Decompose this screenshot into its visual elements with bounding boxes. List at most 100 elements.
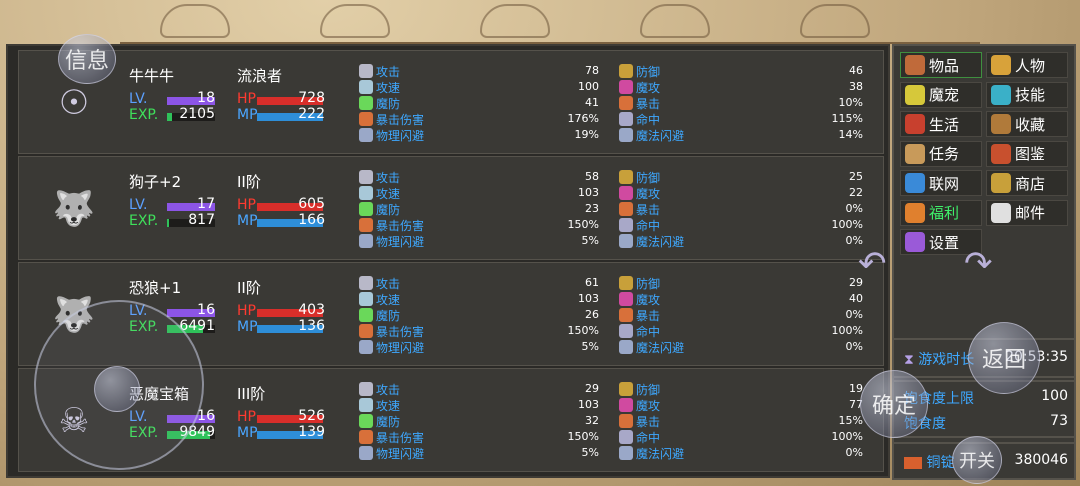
- stat-icon: [619, 218, 633, 232]
- stat-value: 46: [849, 64, 863, 77]
- stat-label: 攻击: [376, 170, 401, 185]
- pet-rank: II阶: [237, 173, 261, 191]
- white-wolf-pet-icon: 🐺: [52, 189, 96, 229]
- hourglass-icon: ⧗: [904, 352, 914, 368]
- stat-label: 暴击: [636, 202, 661, 217]
- pet-rank: III阶: [237, 385, 266, 403]
- toggle-button[interactable]: 开关: [952, 436, 1002, 484]
- menu-item-network[interactable]: 联网: [900, 170, 982, 196]
- stat-value: 0%: [845, 340, 863, 353]
- back-button[interactable]: 返回: [968, 322, 1040, 394]
- stat-icon: [619, 308, 633, 322]
- stat-value: 40: [849, 292, 863, 305]
- stat-item: 攻速: [359, 185, 400, 201]
- stat-item: 魔防: [359, 307, 400, 323]
- menu-item-label: 收藏: [1015, 115, 1046, 134]
- menu-item-quest-scroll[interactable]: 任务: [900, 140, 982, 167]
- stat-icon: [619, 170, 633, 184]
- stat-value: 5%: [581, 446, 599, 459]
- stat-icon: [359, 218, 373, 232]
- stat-icon: [359, 202, 373, 216]
- pet-row[interactable]: ☉ 牛牛牛 LV. 18 EXP. 2105 流浪者 HP 728 MP 222…: [18, 50, 884, 154]
- stat-label: 魔攻: [636, 292, 661, 307]
- stat-item: 魔法闪避: [619, 127, 684, 143]
- menu-item-codex-book[interactable]: 图鉴: [986, 140, 1068, 167]
- stat-label: 魔法闪避: [636, 234, 685, 249]
- stat-icon: [619, 398, 633, 412]
- pet-rank: II阶: [237, 279, 261, 297]
- stat-item: 物理闪避: [359, 339, 424, 355]
- stat-label: 物理闪避: [376, 340, 425, 355]
- stat-icon: [359, 430, 373, 444]
- stat-icon: [359, 128, 373, 142]
- stat-value: 100%: [831, 324, 863, 337]
- stat-value: 15%: [838, 414, 863, 427]
- stat-icon: [619, 128, 633, 142]
- stat-label: 暴击伤害: [376, 218, 425, 233]
- stat-icon: [619, 324, 633, 338]
- stat-label: 命中: [636, 112, 661, 127]
- menu-item-gift[interactable]: 福利: [900, 199, 982, 226]
- menu-item-label: 联网: [929, 174, 960, 193]
- stat-icon: [619, 430, 633, 444]
- stat-item: 物理闪避: [359, 445, 424, 461]
- next-page-arrow-icon[interactable]: ↷: [964, 244, 993, 284]
- confirm-button-label: 确定: [871, 394, 916, 419]
- menu-item-collection[interactable]: 收藏: [986, 111, 1068, 137]
- pet-egg-icon: [905, 84, 925, 105]
- stat-icon: [359, 324, 373, 338]
- joystick-knob[interactable]: [94, 366, 140, 412]
- menu-item-shop[interactable]: 商店: [986, 170, 1068, 196]
- bag-icon: [905, 55, 925, 75]
- stat-label: 命中: [636, 324, 661, 339]
- lv-label: LV.: [129, 91, 148, 107]
- purple-egg-pet-icon: ☉: [58, 83, 90, 123]
- stat-icon: [619, 446, 633, 460]
- stat-item: 魔防: [359, 95, 400, 111]
- stat-value: 0%: [845, 308, 863, 321]
- stat-item: 魔攻: [619, 397, 660, 413]
- pet-row[interactable]: 🐺 狗子+2 LV. 17 EXP. 817 II阶 HP 605 MP 166…: [18, 156, 884, 260]
- stat-value: 100%: [831, 218, 863, 231]
- stat-item: 攻击: [359, 63, 400, 79]
- stat-label: 暴击: [636, 96, 661, 111]
- toggle-button-label: 开关: [959, 451, 995, 472]
- life-icon: [905, 114, 925, 134]
- prev-page-arrow-icon[interactable]: ↶: [858, 244, 887, 284]
- hp-label: HP: [237, 91, 256, 107]
- stat-item: 暴击: [619, 95, 660, 111]
- menu-item-character[interactable]: 人物: [986, 52, 1068, 78]
- menu-item-pet-egg[interactable]: 魔宠: [900, 81, 982, 108]
- stat-label: 防御: [636, 170, 661, 185]
- stat-value: 19: [849, 382, 863, 395]
- stat-label: 攻速: [376, 186, 401, 201]
- lv-label: LV.: [129, 197, 148, 213]
- stat-item: 魔法闪避: [619, 445, 684, 461]
- menu-item-life[interactable]: 生活: [900, 111, 982, 137]
- stat-value: 19%: [574, 128, 599, 141]
- stat-item: 防御: [619, 275, 660, 291]
- stat-item: 命中: [619, 323, 660, 339]
- stat-icon: [619, 186, 633, 200]
- stat-icon: [619, 340, 633, 354]
- stat-item: 攻速: [359, 397, 400, 413]
- info-button[interactable]: 信息: [58, 34, 116, 84]
- stat-icon: [619, 112, 633, 126]
- stat-item: 魔防: [359, 201, 400, 217]
- frame-ornament: [120, 0, 980, 44]
- back-button-label: 返回: [981, 348, 1026, 373]
- stat-value: 58: [585, 170, 599, 183]
- collection-icon: [991, 114, 1011, 134]
- stat-label: 魔攻: [636, 80, 661, 95]
- menu-item-label: 魔宠: [929, 86, 960, 104]
- stat-label: 魔防: [376, 414, 401, 429]
- confirm-button[interactable]: 确定: [860, 370, 928, 438]
- stat-icon: [359, 170, 373, 184]
- menu-item-skill[interactable]: 技能: [986, 81, 1068, 108]
- stat-icon: [359, 234, 373, 248]
- menu-item-bag[interactable]: 物品: [900, 52, 982, 78]
- stat-icon: [359, 398, 373, 412]
- stat-icon: [359, 340, 373, 354]
- stat-label: 暴击伤害: [376, 112, 425, 127]
- menu-item-mail[interactable]: 邮件: [986, 199, 1068, 226]
